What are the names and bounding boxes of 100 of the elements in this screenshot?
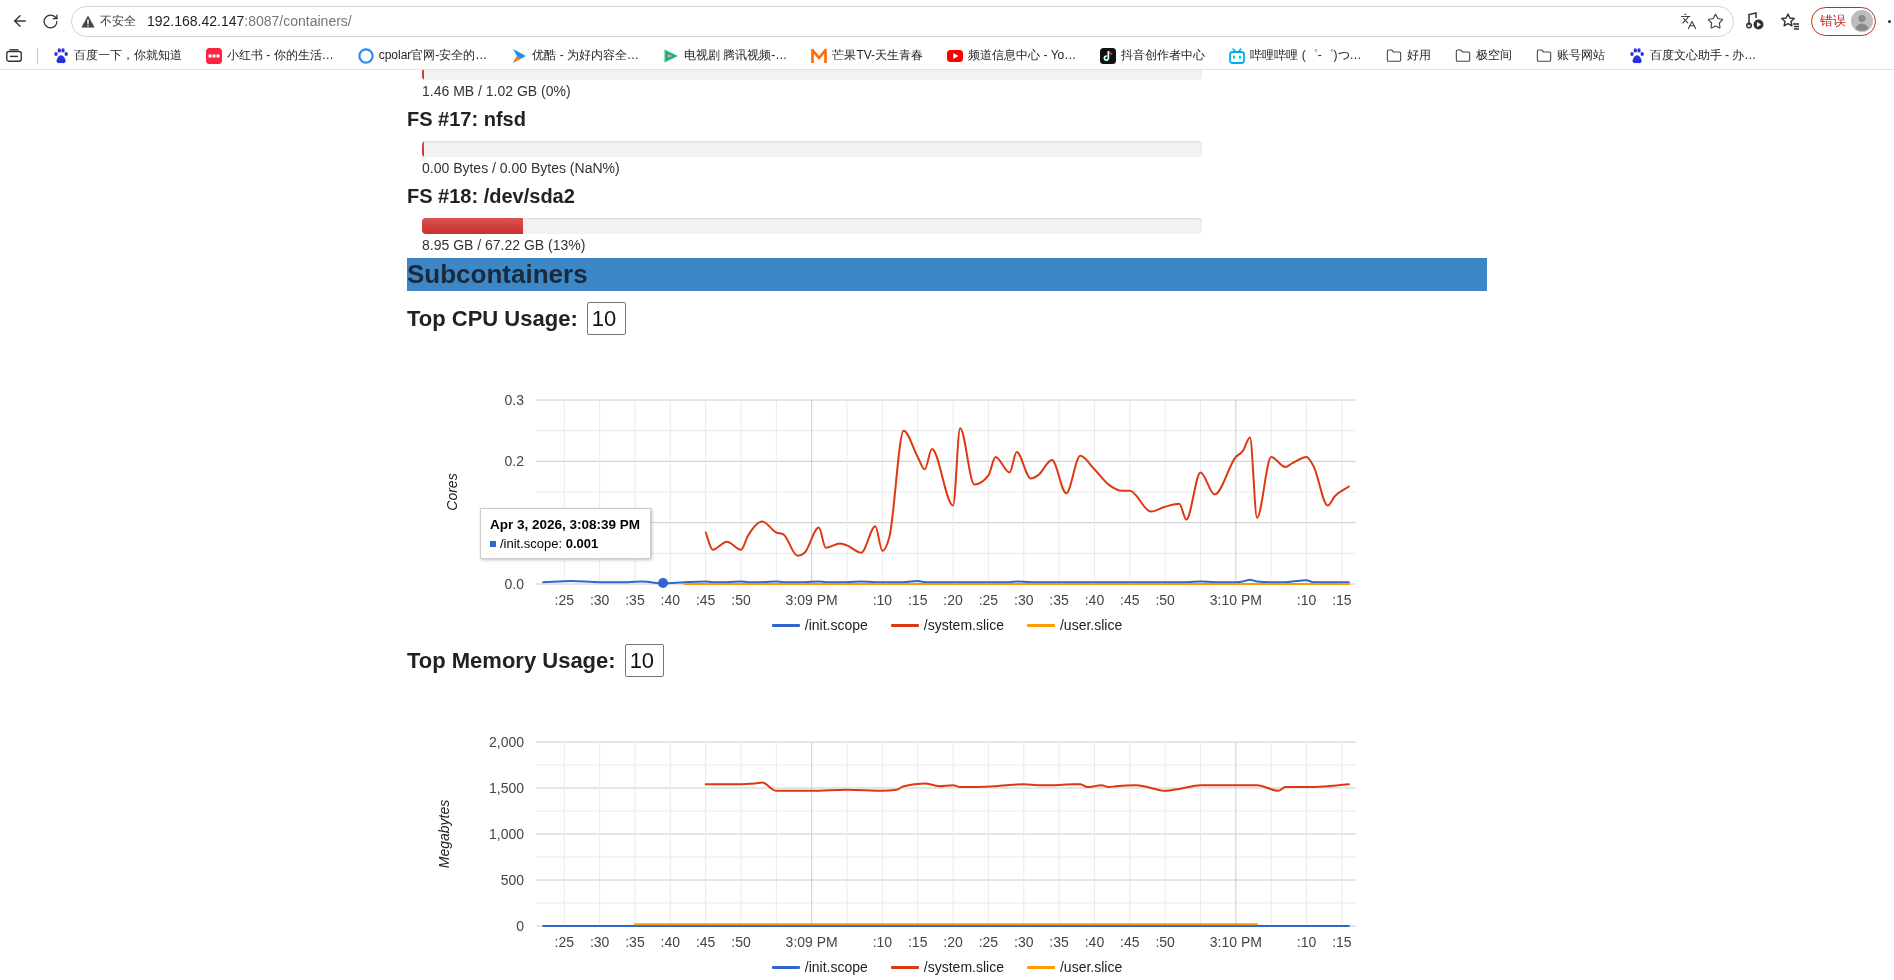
x-tick-label: :10 xyxy=(872,934,893,950)
legend-label: /user.slice xyxy=(1059,617,1123,633)
folder-icon xyxy=(1454,47,1471,64)
usage-text: 1.46 MB / 1.02 GB (0%) xyxy=(422,82,571,100)
x-tick-label: :35 xyxy=(1049,934,1069,950)
y-tick-label: 0 xyxy=(516,918,524,934)
x-tick-label: :35 xyxy=(625,592,645,608)
x-tick-label: :30 xyxy=(1014,934,1034,950)
url-text[interactable]: 192.168.42.147:8087/containers/ xyxy=(147,13,352,29)
tooltip-value: /init.scope: 0.001 xyxy=(500,535,599,552)
x-tick-label: 3:09 PM xyxy=(785,934,838,950)
address-bar[interactable]: 不安全 192.168.42.147:8087/containers/ xyxy=(71,5,1734,37)
bookmark[interactable]: 优酷 - 为好内容全… xyxy=(511,47,640,64)
x-tick-label: :40 xyxy=(1084,592,1105,608)
bookmark[interactable]: 抖音创作者中心 xyxy=(1100,47,1206,64)
field-label: Top Memory Usage: xyxy=(407,647,616,674)
play-arrow-icon xyxy=(511,47,528,64)
y-tick-label: 0.3 xyxy=(504,392,524,408)
logo-icon xyxy=(811,47,828,64)
bookmark[interactable]: 百度一下，你就知道 xyxy=(53,47,182,64)
x-tick-label: :50 xyxy=(1155,934,1175,950)
back-icon[interactable] xyxy=(11,12,29,30)
bookmark[interactable]: 小红书 - 你的生活… xyxy=(206,47,334,64)
reload-icon[interactable] xyxy=(42,12,59,30)
x-tick-label: :25 xyxy=(554,592,574,608)
x-tick-label: :10 xyxy=(1296,592,1317,608)
legend-label: /init.scope xyxy=(804,959,868,975)
legend-label: /init.scope xyxy=(804,617,868,633)
folder-icon xyxy=(1535,47,1552,64)
x-tick-label: :20 xyxy=(943,592,963,608)
folder-icon xyxy=(1385,47,1402,64)
usage-text: 0.00 Bytes / 0.00 Bytes (NaN%) xyxy=(422,159,620,177)
x-tick-label: :30 xyxy=(589,592,610,608)
bookmark[interactable]: 芒果TV-天生青春 xyxy=(811,47,924,64)
warning-icon[interactable] xyxy=(81,14,95,28)
bookmark[interactable]: 账号网站 xyxy=(1535,47,1605,64)
media-control-icon[interactable] xyxy=(1746,12,1764,30)
y-tick-label: 1,000 xyxy=(488,826,524,842)
section-header: Subcontainers xyxy=(407,258,1487,291)
filesystem-heading: FS #18: /dev/sda2 xyxy=(407,184,575,209)
profile-button[interactable]: 错误 xyxy=(1811,6,1876,36)
x-tick-label: :15 xyxy=(908,934,928,950)
x-tick-label: :45 xyxy=(695,934,716,950)
x-tick-label: :25 xyxy=(978,592,999,608)
filesystem-heading: FS #17: nfsd xyxy=(407,107,526,132)
x-tick-label: :15 xyxy=(1332,592,1352,608)
x-tick-label: :10 xyxy=(872,592,893,608)
security-label[interactable]: 不安全 xyxy=(100,12,136,30)
y-tick-label: 1,500 xyxy=(488,780,524,796)
x-tick-label: :45 xyxy=(695,592,716,608)
tooltip-title: Apr 3, 2026, 3:08:39 PM xyxy=(490,516,641,534)
x-tick-label: :45 xyxy=(1120,934,1140,950)
y-tick-label: 2,000 xyxy=(488,734,524,750)
x-tick-label: :40 xyxy=(1084,934,1105,950)
star-icon[interactable] xyxy=(1707,12,1724,30)
bookmark[interactable]: 极空间 xyxy=(1454,47,1512,64)
x-tick-label: :20 xyxy=(943,934,963,950)
play-icon xyxy=(663,47,680,64)
paw-icon xyxy=(1628,47,1645,64)
x-tick-label: 3:10 PM xyxy=(1209,592,1262,608)
y-tick-label: 500 xyxy=(500,872,524,888)
paw-icon xyxy=(53,47,69,64)
legend-label: /system.slice xyxy=(923,617,1004,633)
x-tick-label: :25 xyxy=(978,934,999,950)
x-tick-label: :35 xyxy=(625,934,645,950)
x-tick-label: :50 xyxy=(731,934,751,950)
x-tick-label: 3:10 PM xyxy=(1209,934,1262,950)
bookmark[interactable]: 百度文心助手 - 办… xyxy=(1628,47,1757,64)
count-input[interactable]: 10 xyxy=(586,302,626,335)
avatar-icon xyxy=(1851,10,1873,32)
x-tick-label: :40 xyxy=(660,592,681,608)
bookmark[interactable]: 好用 xyxy=(1385,47,1431,64)
x-tick-label: :30 xyxy=(1014,592,1034,608)
more-icon[interactable] xyxy=(1888,19,1891,23)
bookmark[interactable]: cpolar官网-安全的… xyxy=(357,47,488,64)
usage-text: 8.95 GB / 67.22 GB (13%) xyxy=(422,236,586,254)
app-tile-icon xyxy=(206,47,222,64)
bookmark[interactable]: 频道信息中心 - Yo… xyxy=(947,47,1077,64)
tv-icon xyxy=(1229,47,1246,64)
ring-icon xyxy=(357,47,374,64)
legend-label: /user.slice xyxy=(1059,959,1123,975)
translate-icon[interactable] xyxy=(1680,12,1697,30)
x-tick-label: :10 xyxy=(1296,934,1317,950)
favorites-icon[interactable] xyxy=(1781,12,1799,30)
music-note-icon xyxy=(1100,47,1117,64)
tabs-icon[interactable] xyxy=(6,49,22,62)
axis-title: Cores xyxy=(444,473,460,511)
x-tick-label: 3:09 PM xyxy=(785,592,838,608)
x-tick-label: :30 xyxy=(589,934,610,950)
field-label: Top CPU Usage: xyxy=(407,305,578,332)
x-tick-label: :40 xyxy=(660,934,681,950)
bookmark[interactable]: 电视剧 腾讯视频-… xyxy=(663,47,788,64)
count-input[interactable]: 10 xyxy=(624,644,664,677)
x-tick-label: :50 xyxy=(731,592,751,608)
axis-title: Megabytes xyxy=(436,799,452,869)
y-tick-label: 0.2 xyxy=(504,453,524,470)
bookmark[interactable]: 哔哩哔哩 (゜-゜)つ… xyxy=(1229,47,1362,64)
x-tick-label: :25 xyxy=(554,934,574,950)
y-tick-label: 0.0 xyxy=(504,576,524,592)
x-tick-label: :50 xyxy=(1155,592,1175,608)
